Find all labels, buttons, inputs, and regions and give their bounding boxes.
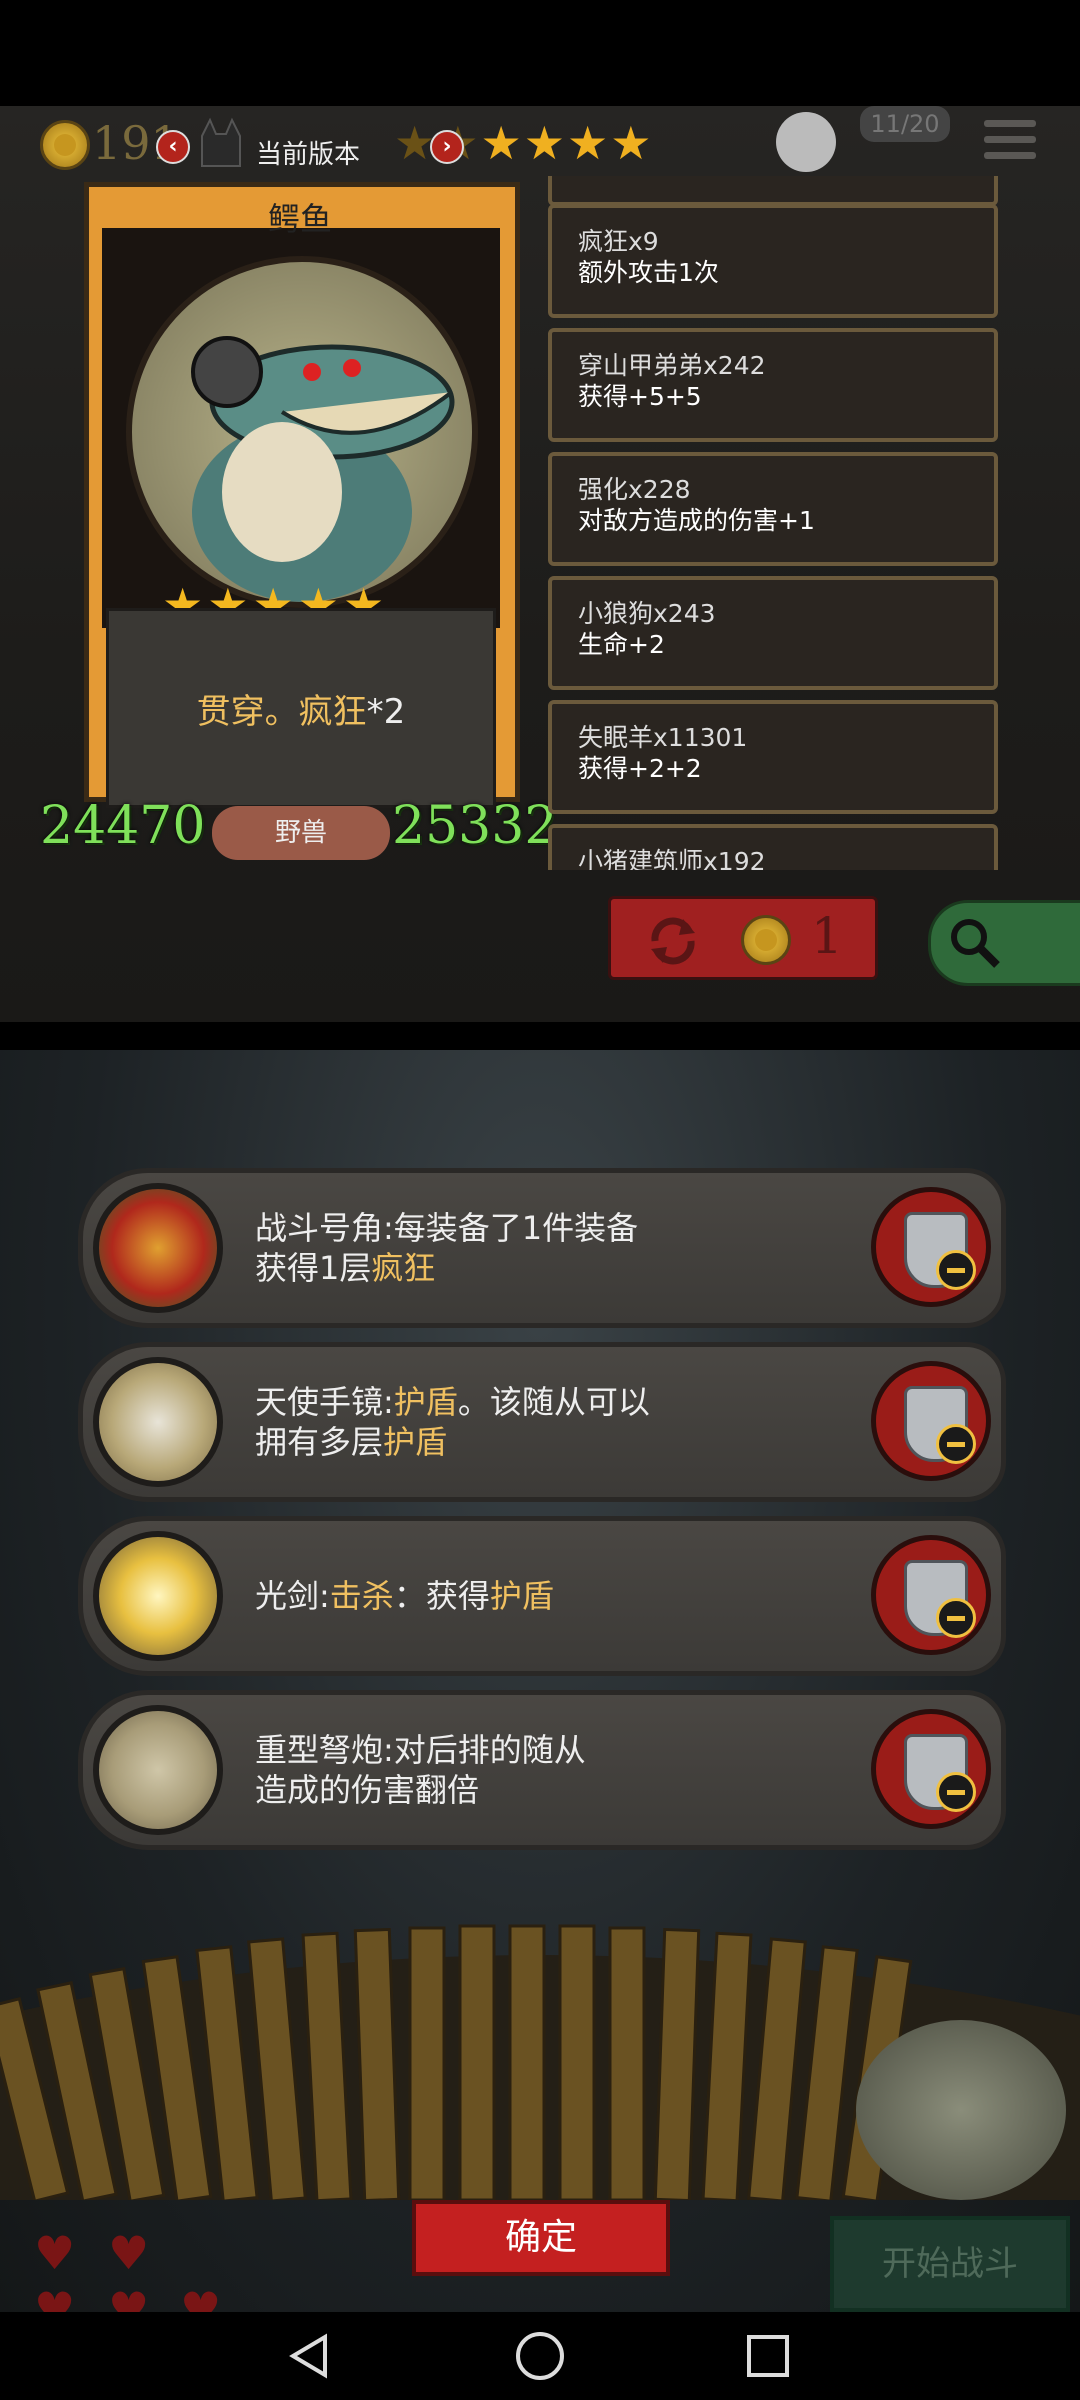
remove-equipment-button[interactable] — [871, 1187, 991, 1307]
minus-icon — [936, 1250, 976, 1290]
start-battle-button[interactable]: 开始战斗 — [830, 2216, 1070, 2312]
minus-icon — [936, 1772, 976, 1812]
star-icon: ★ — [480, 116, 522, 170]
buff-item — [548, 176, 998, 206]
panel-divider — [0, 1022, 1080, 1050]
buff-list[interactable]: 疯狂x9 额外攻击1次 穿山甲弟弟x242 获得+5+5 强化x228 对敌方造成的伤… — [544, 176, 1004, 870]
remove-equipment-button[interactable] — [871, 1535, 991, 1655]
back-icon[interactable] — [260, 2312, 360, 2400]
buff-item: 失眠羊x11301 获得+2+2 — [548, 700, 998, 814]
equipment-row[interactable]: 重型弩炮:对后排的随从 造成的伤害翻倍 — [78, 1690, 1006, 1850]
buff-item: 强化x228 对敌方造成的伤害+1 — [548, 452, 998, 566]
next-version-button[interactable]: › — [430, 130, 464, 164]
top-black-band — [0, 0, 1080, 106]
equipment-row[interactable]: 天使手镜:护盾。该随从可以 拥有多层护盾 — [78, 1342, 1006, 1502]
star-icon: ★ — [523, 116, 565, 170]
confirm-button[interactable]: 确定 — [412, 2200, 670, 2276]
unit-name: 鳄鱼 — [267, 200, 332, 238]
star-icon: ★ — [394, 116, 436, 170]
cat-icon — [196, 116, 246, 176]
equipment-description: 天使手镜:护盾。该随从可以 拥有多层护盾 — [255, 1383, 650, 1461]
equipment-description: 光剑:击杀：获得护盾 — [255, 1577, 554, 1615]
top-bar: 191 ‹ 当前版本 ★ ★ ★ ★ ★ ★ › 11/20 — [0, 106, 1080, 186]
war-horn-icon — [93, 1183, 223, 1313]
buff-item: 小狼狗x243 生命+2 — [548, 576, 998, 690]
refresh-button[interactable]: 1 — [608, 896, 878, 980]
health-value: 25332 — [392, 796, 558, 856]
menu-icon[interactable] — [984, 120, 1036, 172]
buff-item: 小猪建筑师x192 — [548, 824, 998, 870]
player-avatar[interactable] — [776, 112, 836, 172]
attack-value: 24470 — [40, 796, 206, 856]
hero-portrait[interactable] — [856, 2020, 1066, 2200]
star-icon: ★ — [567, 116, 609, 170]
unit-type-badge: 野兽 — [212, 806, 390, 860]
hand-mirror-icon — [93, 1357, 223, 1487]
crocodile-portrait — [126, 256, 478, 608]
prev-version-button[interactable]: ‹ — [156, 130, 190, 164]
equipment-description: 重型弩炮:对后排的随从 造成的伤害翻倍 — [255, 1731, 586, 1809]
buff-item: 穿山甲弟弟x242 获得+5+5 — [548, 328, 998, 442]
remove-equipment-button[interactable] — [871, 1709, 991, 1829]
heart-icon: ♥ — [34, 2226, 76, 2280]
buff-item: 疯狂x9 额外攻击1次 — [548, 204, 998, 318]
coin-icon — [40, 120, 90, 170]
equipment-row[interactable]: 光剑:击杀：获得护盾 — [78, 1516, 1006, 1676]
light-sword-icon — [93, 1531, 223, 1661]
refresh-icon — [651, 917, 695, 965]
unit-description: 贯穿。疯狂*2 — [196, 692, 406, 732]
heavy-ballista-icon — [93, 1705, 223, 1835]
equipment-description: 战斗号角:每装备了1件装备 获得1层疯狂 — [255, 1209, 639, 1287]
minus-icon — [936, 1424, 976, 1464]
home-icon[interactable] — [490, 2312, 590, 2400]
equipment-row[interactable]: 战斗号角:每装备了1件装备 获得1层疯狂 — [78, 1168, 1006, 1328]
coin-icon — [741, 915, 791, 965]
star-icon: ★ — [610, 116, 652, 170]
search-button[interactable] — [928, 900, 1080, 986]
recents-icon[interactable] — [718, 2312, 818, 2400]
version-label: 当前版本 — [256, 140, 361, 170]
remove-equipment-button[interactable] — [871, 1361, 991, 1481]
player-badge: 11/20 — [860, 106, 950, 142]
search-icon — [951, 919, 1000, 968]
refresh-cost: 1 — [811, 907, 843, 965]
heart-icon: ♥ — [108, 2226, 150, 2280]
minus-icon — [936, 1598, 976, 1638]
